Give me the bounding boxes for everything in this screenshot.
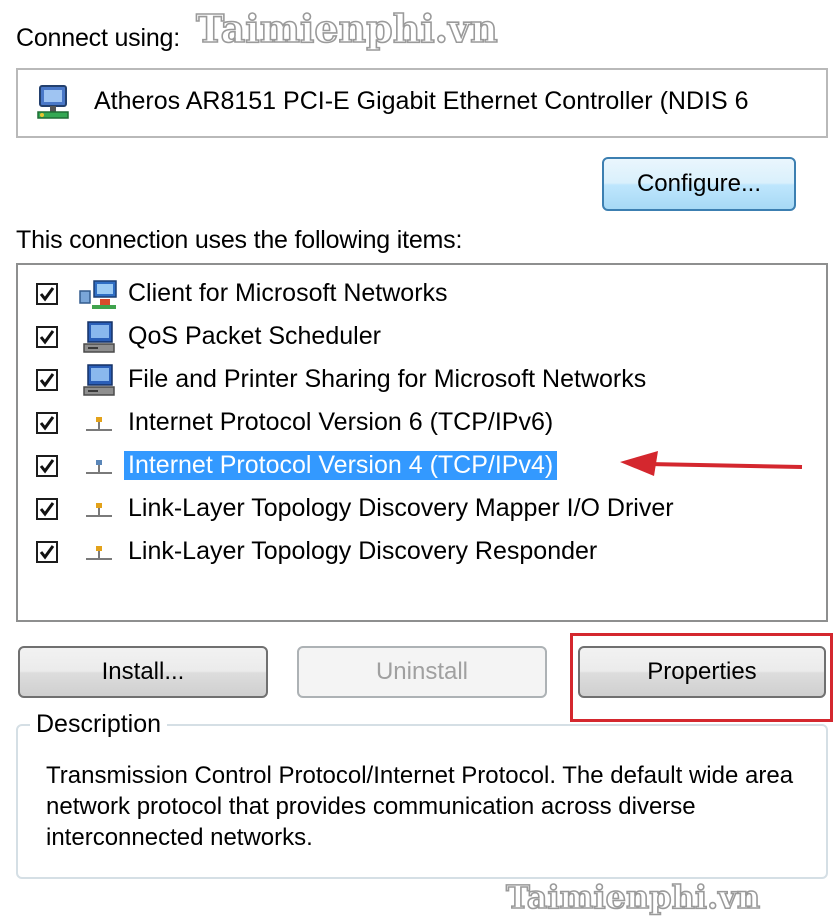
protocol-icon (86, 503, 112, 517)
item-checkbox[interactable] (36, 369, 58, 391)
install-button[interactable]: Install... (18, 646, 268, 698)
client-network-icon (79, 280, 117, 309)
item-checkbox[interactable] (36, 541, 58, 563)
adapter-field: Atheros AR8151 PCI-E Gigabit Ethernet Co… (16, 68, 828, 138)
checkmark-icon (39, 330, 55, 345)
computer-icon (83, 321, 115, 353)
list-item-file-printer-sharing[interactable]: File and Printer Sharing for Microsoft N… (18, 363, 818, 401)
highlight-rectangle (570, 633, 833, 722)
item-label: Link-Layer Topology Discovery Responder (128, 537, 598, 565)
item-label: Link-Layer Topology Discovery Mapper I/O… (128, 494, 674, 522)
item-label: QoS Packet Scheduler (128, 322, 381, 350)
checkmark-icon (39, 416, 55, 431)
red-arrow-icon (620, 451, 803, 476)
item-label: Client for Microsoft Networks (128, 279, 448, 307)
list-item-lltd-mapper[interactable]: Link-Layer Topology Discovery Mapper I/O… (18, 492, 818, 530)
configure-button[interactable]: Configure... (602, 157, 796, 211)
protocol-icon (86, 460, 112, 474)
description-text: Transmission Control Protocol/Internet P… (46, 762, 794, 851)
connect-using-label: Connect using: (16, 24, 180, 52)
item-checkbox[interactable] (36, 498, 58, 520)
description-legend: Description (30, 710, 168, 739)
protocol-icon (86, 546, 112, 560)
list-item-qos[interactable]: QoS Packet Scheduler (18, 320, 818, 358)
item-label: File and Printer Sharing for Microsoft N… (128, 365, 647, 393)
checkmark-icon (39, 545, 55, 560)
items-list[interactable]: Client for Microsoft Networks QoS Packet… (16, 263, 828, 622)
checkmark-icon (39, 459, 55, 474)
adapter-name: Atheros AR8151 PCI-E Gigabit Ethernet Co… (94, 87, 749, 115)
item-checkbox[interactable] (36, 412, 58, 434)
items-label: This connection uses the following items… (16, 226, 463, 254)
list-item-lltd-responder[interactable]: Link-Layer Topology Discovery Responder (18, 535, 818, 573)
watermark-top: Taimienphi.vn (195, 5, 498, 52)
network-adapter-icon (37, 85, 69, 119)
item-checkbox[interactable] (36, 455, 58, 477)
item-label: Internet Protocol Version 4 (TCP/IPv4) (124, 451, 558, 480)
computer-icon (83, 364, 115, 396)
checkmark-icon (39, 502, 55, 517)
uninstall-button[interactable]: Uninstall (297, 646, 547, 698)
checkmark-icon (39, 287, 55, 302)
watermark-bottom: Taimienphi.vn (505, 877, 761, 917)
list-item-client[interactable]: Client for Microsoft Networks (18, 277, 818, 315)
item-label: Internet Protocol Version 6 (TCP/IPv6) (128, 408, 554, 436)
item-checkbox[interactable] (36, 326, 58, 348)
protocol-icon (86, 417, 112, 431)
list-item-ipv6[interactable]: Internet Protocol Version 6 (TCP/IPv6) (18, 406, 818, 444)
checkmark-icon (39, 373, 55, 388)
item-checkbox[interactable] (36, 283, 58, 305)
